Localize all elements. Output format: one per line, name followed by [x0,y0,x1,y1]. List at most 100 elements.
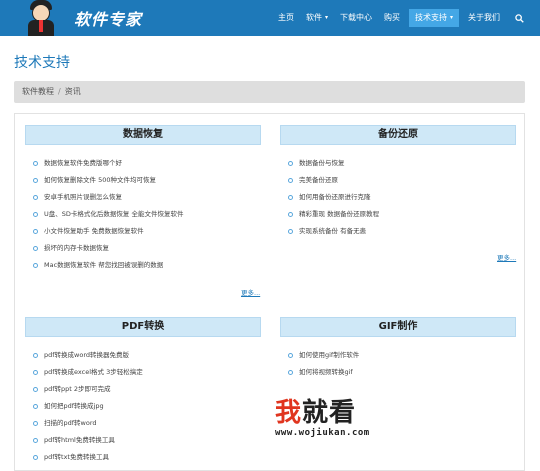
list-item[interactable]: 损坏的内存卡数据恢复 [25,240,261,257]
bullet-icon [33,403,38,409]
list-item[interactable]: pdf转txt免费转换工具 [25,449,261,466]
list-item[interactable]: 扫描的pdf转word [25,415,261,432]
list-item-text: 如何使用gif制作软件 [299,351,360,359]
bullet-icon [288,228,293,234]
list-item[interactable]: pdf转html免费转换工具 [25,432,261,449]
bullet-icon [33,262,38,268]
list-item-text: 数据备份与恢复 [299,159,345,167]
chevron-down-icon: ▾ [324,14,328,21]
bullet-icon [33,177,38,183]
list-item-text: 如何将视频转换gif [299,368,353,376]
nav-about-label: 关于我们 [468,13,500,22]
page-title: 技术支持 [14,55,70,71]
nav-download[interactable]: 下载中心 [334,0,378,36]
list-item[interactable]: pdf转换成excel格式 3步轻松搞定 [25,364,261,381]
list-item-text: pdf转txt免费转换工具 [44,453,109,461]
section-backup-restore: 备份还原 数据备份与恢复 完美备份还原 如何用备份还原进行克隆 精彩重现 数据备… [280,125,516,240]
list-item[interactable]: pdf转换成word转换器免费版 [25,347,261,364]
nav-support[interactable]: 技术支持 ▾ [408,9,459,27]
list-item[interactable]: 实现系统备份 有备无患 [280,223,516,240]
watermark-url: www.wojiukan.com [275,428,370,438]
bullet-icon [288,352,293,358]
list-item[interactable]: 如何恢复删除文件 500种文件均可恢复 [25,172,261,189]
bullet-icon [33,160,38,166]
list-item-text: pdf转ppt 2步即可完成 [44,385,111,393]
list-item[interactable]: 如何使用gif制作软件 [280,347,516,364]
bullet-icon [288,369,293,375]
bullet-icon [33,386,38,392]
list-item[interactable]: U盘、SD卡格式化后数据恢复 全能文件恢复软件 [25,206,261,223]
section-data-recovery: 数据恢复 数据恢复软件免费版哪个好 如何恢复删除文件 500种文件均可恢复 安卓… [25,125,261,274]
bullet-icon [33,352,38,358]
list-item-text: 损坏的内存卡数据恢复 [44,244,109,252]
list-item[interactable]: Mac数据恢复软件 帮您找回被误删的数据 [25,257,261,274]
site-logo[interactable]: 软件专家 [22,0,142,36]
section-pdf-convert: PDF转换 pdf转换成word转换器免费版 pdf转换成excel格式 3步轻… [25,317,261,466]
watermark-title-part2: 就看 [302,398,357,428]
breadcrumb-separator: / [58,87,61,96]
list-item-text: 如何恢复删除文件 500种文件均可恢复 [44,176,156,184]
breadcrumb: 软件教程 / 资讯 [14,81,525,103]
list-item[interactable]: 完美备份还原 [280,172,516,189]
bullet-icon [33,194,38,200]
nav-software-label: 软件 [305,13,322,22]
bullet-icon [33,369,38,375]
list-item-text: 如何用备份还原进行克隆 [299,193,371,201]
nav-download-label: 下载中心 [339,13,372,22]
list-item[interactable]: pdf转ppt 2步即可完成 [25,381,261,398]
list-item-text: pdf转换成word转换器免费版 [44,351,130,359]
bullet-icon [33,454,38,460]
watermark: 我就看 www.wojiukan.com [275,398,425,450]
bullet-icon [33,437,38,443]
list-item[interactable]: 精彩重现 数据备份还原教程 [280,206,516,223]
bullet-icon [33,211,38,217]
watermark-title: 我就看 [275,398,425,428]
breadcrumb-current: 资讯 [64,87,81,96]
nav-home[interactable]: 主页 [272,0,300,36]
list-item-text: 如何把pdf转换成jpg [44,402,104,410]
list-item-text: 小文件恢复助手 免费数据恢复软件 [44,227,144,235]
bullet-icon [33,228,38,234]
breadcrumb-link-tutorial[interactable]: 软件教程 [22,87,54,96]
more-link-data-recovery[interactable]: 更多... [241,287,260,297]
list-item-text: 数据恢复软件免费版哪个好 [44,159,122,167]
list-item-text: 扫描的pdf转word [44,419,97,427]
bullet-icon [288,194,293,200]
list-item[interactable]: 如何用备份还原进行克隆 [280,189,516,206]
bullet-icon [288,211,293,217]
section-title-data-recovery: 数据恢复 [25,125,261,145]
list-item-text: 完美备份还原 [299,176,338,184]
nav-software[interactable]: 软件 ▾ [300,0,334,36]
section-title-backup-restore: 备份还原 [280,125,516,145]
watermark-title-part1: 我 [275,398,303,428]
list-item-text: Mac数据恢复软件 帮您找回被误删的数据 [44,261,164,269]
logo-text: 软件专家 [74,10,143,29]
bullet-icon [288,160,293,166]
list-item-text: 精彩重现 数据备份还原教程 [299,210,380,218]
search-icon[interactable] [512,11,526,25]
list-item-text: pdf转换成excel格式 3步轻松搞定 [44,368,143,376]
section-title-pdf-convert: PDF转换 [25,317,261,337]
nav-home-label: 主页 [277,13,294,22]
nav-support-label: 技术支持 [414,13,447,22]
top-nav-bar: 软件专家 主页 软件 ▾ 下载中心 购买 技术支持 ▾ 关于我们 [0,0,540,36]
logo-mascot-icon [22,0,60,36]
list-item[interactable]: 数据备份与恢复 [280,155,516,172]
bullet-icon [288,177,293,183]
nav-about[interactable]: 关于我们 [462,0,506,36]
nav-buy-label: 购买 [383,13,400,22]
bullet-icon [33,420,38,426]
list-item-text: 安卓手机照片误删怎么恢复 [44,193,122,201]
nav-buy[interactable]: 购买 [378,0,406,36]
more-link-backup-restore[interactable]: 更多... [497,252,516,262]
list-item-text: U盘、SD卡格式化后数据恢复 全能文件恢复软件 [44,210,184,218]
list-item-text: 实现系统备份 有备无患 [299,227,367,235]
list-item[interactable]: 如何将视频转换gif [280,364,516,381]
list-item[interactable]: 数据恢复软件免费版哪个好 [25,155,261,172]
list-item[interactable]: 如何把pdf转换成jpg [25,398,261,415]
section-title-gif-make: GIF制作 [280,317,516,337]
list-item[interactable]: 安卓手机照片误删怎么恢复 [25,189,261,206]
content-panel: 数据恢复 数据恢复软件免费版哪个好 如何恢复删除文件 500种文件均可恢复 安卓… [14,113,525,471]
list-item[interactable]: 小文件恢复助手 免费数据恢复软件 [25,223,261,240]
list-item-text: pdf转html免费转换工具 [44,436,115,444]
